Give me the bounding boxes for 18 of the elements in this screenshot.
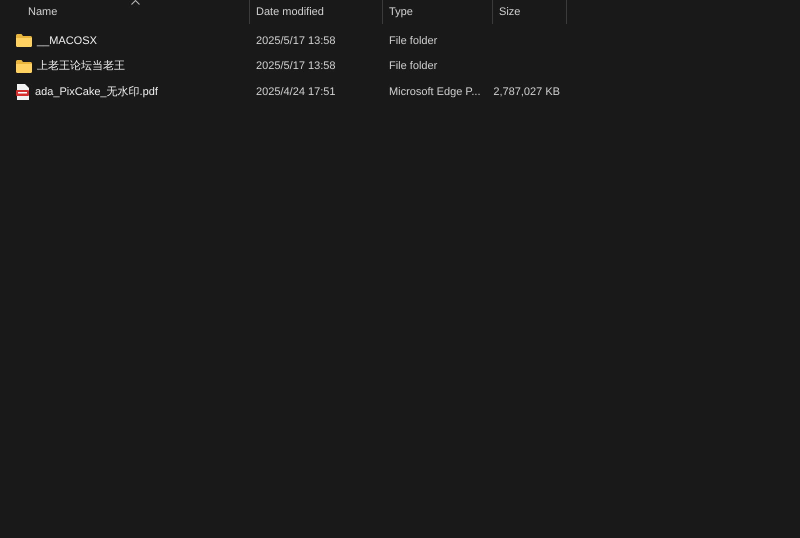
- sort-up-icon: [131, 0, 140, 5]
- date-modified: 2025/5/17 13:58: [256, 60, 336, 72]
- file-size: 2,787,027 KB: [493, 84, 560, 100]
- file-type: Microsoft Edge P...: [389, 86, 481, 98]
- column-header[interactable]: Name: [0, 0, 249, 24]
- column-header[interactable]: Date modified: [250, 0, 382, 24]
- column-header[interactable]: Type: [383, 0, 492, 24]
- file-type: File folder: [389, 60, 438, 72]
- folder-icon: [16, 60, 32, 73]
- file-type: File folder: [389, 34, 438, 46]
- file-name[interactable]: ada_PixCake_无水印.pdf: [35, 84, 158, 100]
- file-name[interactable]: 上老王论坛当老王: [37, 58, 125, 74]
- file-name[interactable]: __MACOSX: [37, 32, 97, 49]
- folder-icon: [16, 34, 32, 48]
- date-modified: 2025/4/24 17:51: [256, 86, 336, 98]
- date-modified: 2025/5/17 13:58: [256, 34, 336, 46]
- pdf-file-icon: [16, 84, 30, 100]
- column-header[interactable]: Size: [493, 0, 566, 24]
